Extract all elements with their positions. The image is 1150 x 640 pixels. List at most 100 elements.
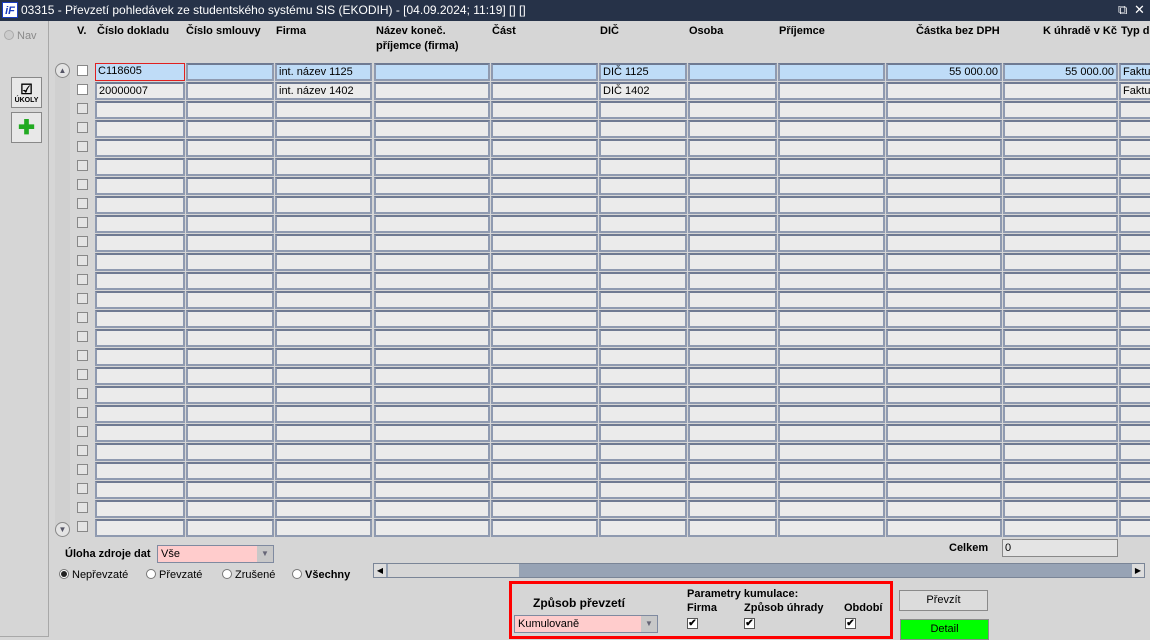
prevzit-button[interactable]: Převzít [899, 590, 988, 611]
row-checkbox[interactable] [77, 217, 88, 228]
cell-castka[interactable] [886, 367, 1002, 385]
cell-cast[interactable] [491, 291, 598, 309]
cell-cast[interactable] [491, 519, 598, 537]
scroll-left-icon[interactable]: ◀ [374, 564, 386, 577]
cell-k-uhrade[interactable] [1003, 272, 1118, 290]
cell-nazev[interactable] [374, 101, 490, 119]
cell-castka[interactable] [886, 196, 1002, 214]
cell-nazev[interactable] [374, 120, 490, 138]
radio-všechny[interactable]: Všechny [292, 569, 350, 581]
cell-castka[interactable] [886, 101, 1002, 119]
cell-k-uhrade[interactable] [1003, 310, 1118, 328]
cell-typ[interactable] [1119, 405, 1150, 423]
cell-dic[interactable] [599, 234, 687, 252]
cell-firma[interactable] [275, 291, 372, 309]
cell-cislo-dokladu[interactable] [95, 196, 185, 214]
cell-nazev[interactable] [374, 367, 490, 385]
cell-osoba[interactable] [688, 424, 777, 442]
cell-prijemce[interactable] [778, 462, 885, 480]
cell-dic[interactable] [599, 329, 687, 347]
cell-k-uhrade[interactable]: 55 000.00 [1003, 63, 1118, 81]
row-checkbox[interactable] [77, 312, 88, 323]
cell-osoba[interactable] [688, 63, 777, 81]
cell-cast[interactable] [491, 139, 598, 157]
cell-typ[interactable] [1119, 234, 1150, 252]
row-checkbox[interactable] [77, 103, 88, 114]
cell-nazev[interactable] [374, 481, 490, 499]
cell-nazev[interactable] [374, 386, 490, 404]
cell-k-uhrade[interactable] [1003, 424, 1118, 442]
cell-cast[interactable] [491, 101, 598, 119]
cell-nazev[interactable] [374, 234, 490, 252]
scroll-up-icon[interactable]: ▲ [55, 63, 70, 78]
row-checkbox[interactable] [77, 445, 88, 456]
row-checkbox[interactable] [77, 350, 88, 361]
cell-cislo-smlouvy[interactable] [186, 329, 274, 347]
cell-firma[interactable] [275, 462, 372, 480]
cell-cislo-dokladu[interactable] [95, 348, 185, 366]
cell-prijemce[interactable] [778, 63, 885, 81]
cell-castka[interactable] [886, 348, 1002, 366]
cell-typ[interactable] [1119, 253, 1150, 271]
row-checkbox[interactable] [77, 407, 88, 418]
cell-nazev[interactable] [374, 462, 490, 480]
cell-cislo-dokladu[interactable] [95, 120, 185, 138]
cell-castka[interactable] [886, 272, 1002, 290]
cell-cast[interactable] [491, 253, 598, 271]
cell-dic[interactable] [599, 443, 687, 461]
cell-cislo-smlouvy[interactable] [186, 405, 274, 423]
cell-nazev[interactable] [374, 139, 490, 157]
cell-dic[interactable] [599, 367, 687, 385]
cell-nazev[interactable] [374, 272, 490, 290]
cell-k-uhrade[interactable] [1003, 462, 1118, 480]
row-checkbox[interactable] [77, 84, 88, 95]
cell-cast[interactable] [491, 481, 598, 499]
cell-typ[interactable] [1119, 215, 1150, 233]
row-checkbox[interactable] [77, 198, 88, 209]
cell-osoba[interactable] [688, 101, 777, 119]
tasks-button[interactable]: ☑ ÚKOLY [11, 77, 42, 108]
cell-dic[interactable] [599, 253, 687, 271]
cumulation-checkbox[interactable]: ✔ [845, 618, 856, 629]
row-checkbox[interactable] [77, 483, 88, 494]
cell-osoba[interactable] [688, 291, 777, 309]
cell-prijemce[interactable] [778, 120, 885, 138]
cell-castka[interactable] [886, 177, 1002, 195]
cell-typ[interactable] [1119, 424, 1150, 442]
cell-castka[interactable] [886, 291, 1002, 309]
cell-cislo-smlouvy[interactable] [186, 519, 274, 537]
cell-k-uhrade[interactable] [1003, 348, 1118, 366]
cell-typ[interactable] [1119, 310, 1150, 328]
cell-cislo-dokladu[interactable] [95, 215, 185, 233]
cell-osoba[interactable] [688, 234, 777, 252]
cell-cislo-smlouvy[interactable] [186, 196, 274, 214]
cell-dic[interactable] [599, 120, 687, 138]
cell-nazev[interactable] [374, 253, 490, 271]
cell-cast[interactable] [491, 500, 598, 518]
cell-firma[interactable] [275, 329, 372, 347]
cell-k-uhrade[interactable] [1003, 291, 1118, 309]
cell-firma[interactable] [275, 120, 372, 138]
row-checkbox[interactable] [77, 521, 88, 532]
cell-cislo-smlouvy[interactable] [186, 367, 274, 385]
cell-firma[interactable]: int. název 1402 [275, 82, 372, 100]
radio-převzaté[interactable]: Převzaté [146, 569, 202, 581]
cell-osoba[interactable] [688, 196, 777, 214]
cell-cast[interactable] [491, 405, 598, 423]
cell-typ[interactable] [1119, 462, 1150, 480]
cell-nazev[interactable] [374, 500, 490, 518]
cell-nazev[interactable] [374, 348, 490, 366]
cell-k-uhrade[interactable] [1003, 215, 1118, 233]
cell-prijemce[interactable] [778, 443, 885, 461]
row-checkbox[interactable] [77, 122, 88, 133]
cell-typ[interactable] [1119, 443, 1150, 461]
cell-typ[interactable]: Faktu [1119, 82, 1150, 100]
cell-cislo-dokladu[interactable] [95, 367, 185, 385]
cell-typ[interactable] [1119, 196, 1150, 214]
cell-dic[interactable] [599, 139, 687, 157]
cell-cislo-dokladu[interactable] [95, 443, 185, 461]
cell-cislo-smlouvy[interactable] [186, 424, 274, 442]
cell-castka[interactable]: 55 000.00 [886, 63, 1002, 81]
cell-cislo-smlouvy[interactable] [186, 462, 274, 480]
cell-cislo-smlouvy[interactable] [186, 101, 274, 119]
